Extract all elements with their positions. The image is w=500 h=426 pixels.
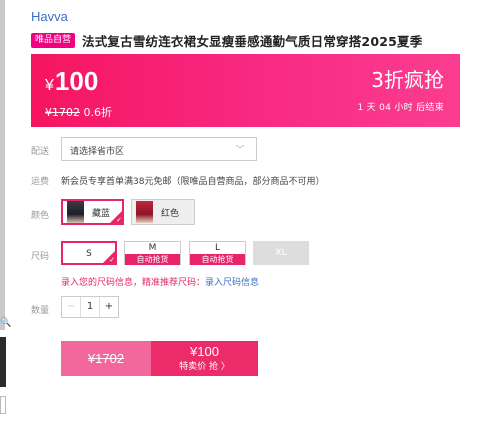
current-price-value: 100 [54, 66, 99, 96]
thumbnail-strip: 🔍 [0, 0, 11, 426]
size-option-l[interactable]: L 自动抢货 [189, 241, 246, 265]
color-option-label: 藏蓝 [92, 208, 111, 219]
quantity-increase-button[interactable]: + [99, 297, 118, 317]
promo-title: 3折疯抢 [371, 68, 444, 92]
size-option-label: L [214, 243, 220, 253]
color-option-red[interactable]: 红色 [131, 199, 195, 225]
quantity-decrease-button[interactable]: − [62, 297, 81, 317]
self-operated-badge: 唯品自营 [31, 33, 76, 48]
region-select-placeholder: 请选择省市区 [70, 147, 125, 157]
quantity-label: 数量 [31, 306, 50, 316]
price-banner: ¥100 ¥1702 0.6折 3折疯抢 1 天 04 小时 后结束 [31, 54, 460, 127]
zoom-icon[interactable]: 🔍 [0, 318, 11, 328]
original-price-row: ¥1702 0.6折 [45, 104, 112, 120]
quantity-stepper: − 1 + [61, 296, 119, 318]
delivery-label: 配送 [31, 147, 50, 157]
color-swatch-image [136, 201, 153, 223]
auto-grab-tag: 自动抢货 [190, 254, 245, 265]
promo-countdown: 1 天 04 小时 后结束 [357, 103, 444, 113]
size-hint-text: 录入您的尺码信息，精准推荐尺码： [61, 278, 206, 288]
size-hint: 录入您的尺码信息，精准推荐尺码：录入尺码信息 [61, 275, 259, 288]
quantity-value[interactable]: 1 [81, 297, 99, 317]
color-option-label: 红色 [161, 208, 180, 219]
product-title-row: 唯品自营 法式复古雪纺连衣裙女显瘦垂感通勤气质日常穿搭2025夏季 [31, 31, 422, 50]
thumbnail-nav-button[interactable] [0, 396, 6, 414]
shipping-label: 运费 [31, 177, 50, 187]
current-price: ¥100 [45, 66, 98, 101]
color-swatch-image [67, 201, 84, 223]
region-select[interactable]: 请选择省市区 ﹀ [61, 137, 257, 161]
discount-rate: 0.6折 [83, 106, 113, 119]
buy-now-button[interactable]: ¥100 特卖价 抢 〉 [151, 341, 258, 376]
currency-symbol: ¥ [45, 77, 54, 94]
enter-size-link[interactable]: 录入尺码信息 [205, 278, 259, 288]
size-option-m[interactable]: M 自动抢货 [124, 241, 181, 265]
buy-now-price: ¥100 [190, 344, 219, 359]
chevron-down-icon: ﹀ [236, 145, 244, 154]
size-option-label: XL [275, 248, 287, 258]
product-title: 法式复古雪纺连衣裙女显瘦垂感通勤气质日常穿搭2025夏季 [82, 34, 423, 49]
color-option-navy[interactable]: 藏蓝 [61, 199, 124, 225]
size-option-label: M [148, 243, 157, 253]
selected-check-icon [103, 251, 115, 264]
size-option-s[interactable]: S [61, 241, 117, 265]
size-label: 尺码 [31, 252, 50, 262]
buy-original-price: ¥1702 [61, 341, 151, 376]
shipping-info: 新会员专享首单满38元免邮（限唯品自营商品，部分商品不可用） [61, 177, 325, 187]
buy-button-group: ¥1702 ¥100 特卖价 抢 〉 [61, 341, 258, 376]
selected-check-icon [110, 211, 122, 224]
original-price: ¥1702 [45, 106, 80, 119]
buy-now-label: 特卖价 抢 〉 [179, 362, 230, 372]
brand-link[interactable]: Havva [31, 9, 68, 24]
color-label: 颜色 [31, 211, 50, 221]
size-option-xl: XL [253, 241, 309, 265]
thumbnail-image[interactable] [0, 337, 6, 387]
thumbnail-image[interactable] [0, 0, 5, 330]
auto-grab-tag: 自动抢货 [125, 254, 180, 265]
